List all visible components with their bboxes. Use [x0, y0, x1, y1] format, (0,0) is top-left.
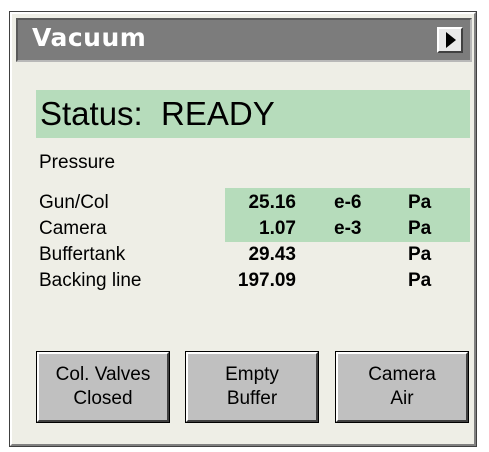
title-bar: Vacuum — [16, 18, 472, 62]
col-valves-button[interactable]: Col. Valves Closed — [36, 351, 170, 423]
row-value-buffertank: 29.43 — [248, 244, 296, 265]
window-title: Vacuum — [32, 23, 147, 52]
row-label-gun-col: Gun/Col — [39, 192, 109, 213]
pressure-heading: Pressure — [39, 152, 116, 173]
status-bar: Status: READY — [36, 90, 470, 138]
col-valves-line2: Closed — [73, 388, 133, 409]
row-unit-gun-col: Pa — [408, 192, 432, 213]
row-unit-backing-line: Pa — [408, 270, 432, 291]
row-value-backing-line: 197.09 — [237, 270, 296, 291]
empty-buffer-line2: Buffer — [226, 388, 278, 409]
panel-menu-button[interactable] — [437, 27, 463, 53]
row-value-gun-col: 25.16 — [248, 192, 296, 213]
row-label-buffertank: Buffertank — [39, 244, 126, 265]
row-unit-camera: Pa — [408, 218, 432, 239]
row-label-camera: Camera — [39, 218, 107, 239]
col-valves-line1: Col. Valves — [55, 364, 151, 385]
row-exponent-gun-col: e-6 — [334, 192, 362, 213]
empty-buffer-line1: Empty — [225, 364, 279, 385]
row-unit-buffertank: Pa — [408, 244, 432, 265]
status-text: Status: READY — [40, 95, 275, 132]
camera-air-line1: Camera — [368, 364, 436, 385]
row-label-backing-line: Backing line — [39, 270, 142, 291]
camera-air-button[interactable]: Camera Air — [335, 351, 469, 423]
triangle-right-icon — [446, 32, 456, 48]
row-value-camera: 1.07 — [259, 218, 296, 239]
camera-air-line2: Air — [390, 388, 414, 409]
empty-buffer-button[interactable]: Empty Buffer — [185, 351, 319, 423]
vacuum-panel: Vacuum Status: READY Pressure Gun/Col 25… — [9, 11, 477, 447]
row-exponent-camera: e-3 — [334, 218, 362, 239]
